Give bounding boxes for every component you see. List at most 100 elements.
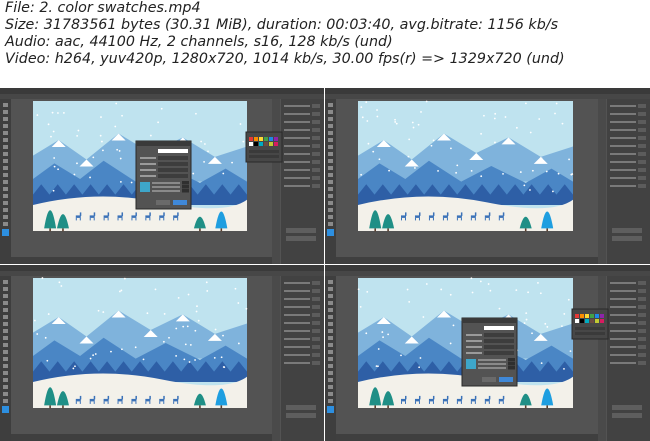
dialog-dropdown[interactable] xyxy=(484,345,514,349)
slider-value-field[interactable] xyxy=(508,358,515,362)
tool-icon[interactable] xyxy=(328,329,333,333)
swatch[interactable] xyxy=(269,142,273,146)
tool-icon[interactable] xyxy=(328,194,333,198)
panel-field[interactable] xyxy=(638,168,646,172)
panel-field[interactable] xyxy=(312,361,320,365)
tool-icon[interactable] xyxy=(328,152,333,156)
tool-icon[interactable] xyxy=(328,103,333,107)
tool-icon[interactable] xyxy=(328,392,333,396)
panel-button[interactable] xyxy=(286,228,316,233)
swatch-name-field[interactable] xyxy=(484,326,514,330)
tool-icon[interactable] xyxy=(3,343,8,347)
panel-field[interactable] xyxy=(638,136,646,140)
panel-field[interactable] xyxy=(638,104,646,108)
panel-field[interactable] xyxy=(638,176,646,180)
swatch[interactable] xyxy=(585,314,589,318)
slider-value-field[interactable] xyxy=(508,362,515,366)
tool-icon[interactable] xyxy=(3,138,8,142)
tool-icon[interactable] xyxy=(3,117,8,121)
panel-field[interactable] xyxy=(638,313,646,317)
panel-field[interactable] xyxy=(312,144,320,148)
tool-icon[interactable] xyxy=(328,294,333,298)
tool-icon[interactable] xyxy=(3,166,8,170)
panel-field[interactable] xyxy=(638,337,646,341)
swatch[interactable] xyxy=(580,314,584,318)
swatch[interactable] xyxy=(590,319,594,323)
dialog-dropdown[interactable] xyxy=(484,333,514,337)
panel-field[interactable] xyxy=(638,289,646,293)
panel-field[interactable] xyxy=(312,160,320,164)
panel-field[interactable] xyxy=(638,345,646,349)
tool-icon[interactable] xyxy=(328,222,333,226)
panel-field[interactable] xyxy=(638,152,646,156)
tool-icon[interactable] xyxy=(328,280,333,284)
tool-icon[interactable] xyxy=(3,350,8,354)
tool-icon[interactable] xyxy=(3,399,8,403)
panel-field[interactable] xyxy=(638,128,646,132)
tool-icon[interactable] xyxy=(328,350,333,354)
swatch[interactable] xyxy=(259,137,263,141)
tool-icon[interactable] xyxy=(3,131,8,135)
dialog-dropdown[interactable] xyxy=(158,168,188,172)
tool-icon[interactable] xyxy=(3,392,8,396)
panel-field[interactable] xyxy=(312,104,320,108)
tool-icon[interactable] xyxy=(328,378,333,382)
swatches-panel[interactable] xyxy=(245,131,283,163)
swatch[interactable] xyxy=(595,319,599,323)
tool-icon[interactable] xyxy=(3,371,8,375)
panel-button[interactable] xyxy=(612,228,642,233)
tool-icon[interactable] xyxy=(328,308,333,312)
panel-field[interactable] xyxy=(312,321,320,325)
panel-field[interactable] xyxy=(312,313,320,317)
tool-icon[interactable] xyxy=(328,364,333,368)
tool-icon[interactable] xyxy=(3,180,8,184)
tool-icon[interactable] xyxy=(3,280,8,284)
panel-field[interactable] xyxy=(312,297,320,301)
panel-field[interactable] xyxy=(638,321,646,325)
panel-field[interactable] xyxy=(312,152,320,156)
fill-color-icon[interactable] xyxy=(2,406,9,413)
tool-icon[interactable] xyxy=(3,294,8,298)
tool-icon[interactable] xyxy=(328,301,333,305)
panel-field[interactable] xyxy=(312,353,320,357)
tool-icon[interactable] xyxy=(328,166,333,170)
cancel-button[interactable] xyxy=(482,377,496,382)
panel-field[interactable] xyxy=(312,305,320,309)
color-slider[interactable] xyxy=(478,367,506,369)
tool-icon[interactable] xyxy=(328,215,333,219)
panel-field[interactable] xyxy=(312,289,320,293)
tool-icon[interactable] xyxy=(328,371,333,375)
swatch-name-field[interactable] xyxy=(158,149,188,153)
tool-icon[interactable] xyxy=(3,124,8,128)
tool-icon[interactable] xyxy=(328,357,333,361)
panel-field[interactable] xyxy=(638,361,646,365)
swatch[interactable] xyxy=(269,137,273,141)
swatch[interactable] xyxy=(274,137,278,141)
tool-icon[interactable] xyxy=(3,145,8,149)
fill-color-icon[interactable] xyxy=(2,229,9,236)
tool-icon[interactable] xyxy=(328,117,333,121)
slider-value-field[interactable] xyxy=(508,366,515,370)
tool-icon[interactable] xyxy=(3,110,8,114)
tool-icon[interactable] xyxy=(328,336,333,340)
tools-panel[interactable] xyxy=(0,99,11,264)
tools-panel[interactable] xyxy=(325,276,336,441)
color-slider[interactable] xyxy=(478,363,506,365)
swatch[interactable] xyxy=(575,314,579,318)
tool-icon[interactable] xyxy=(3,336,8,340)
swatch[interactable] xyxy=(259,142,263,146)
slider-value-field[interactable] xyxy=(182,181,189,185)
tool-icon[interactable] xyxy=(3,322,8,326)
tool-icon[interactable] xyxy=(3,194,8,198)
panel-field[interactable] xyxy=(312,176,320,180)
cancel-button[interactable] xyxy=(156,200,170,205)
panel-button[interactable] xyxy=(286,236,316,241)
tool-icon[interactable] xyxy=(3,287,8,291)
panel-field[interactable] xyxy=(312,168,320,172)
swatch[interactable] xyxy=(600,319,604,323)
tool-icon[interactable] xyxy=(328,145,333,149)
tool-icon[interactable] xyxy=(3,215,8,219)
swatch[interactable] xyxy=(575,319,579,323)
panel-field[interactable] xyxy=(638,112,646,116)
tool-icon[interactable] xyxy=(328,138,333,142)
